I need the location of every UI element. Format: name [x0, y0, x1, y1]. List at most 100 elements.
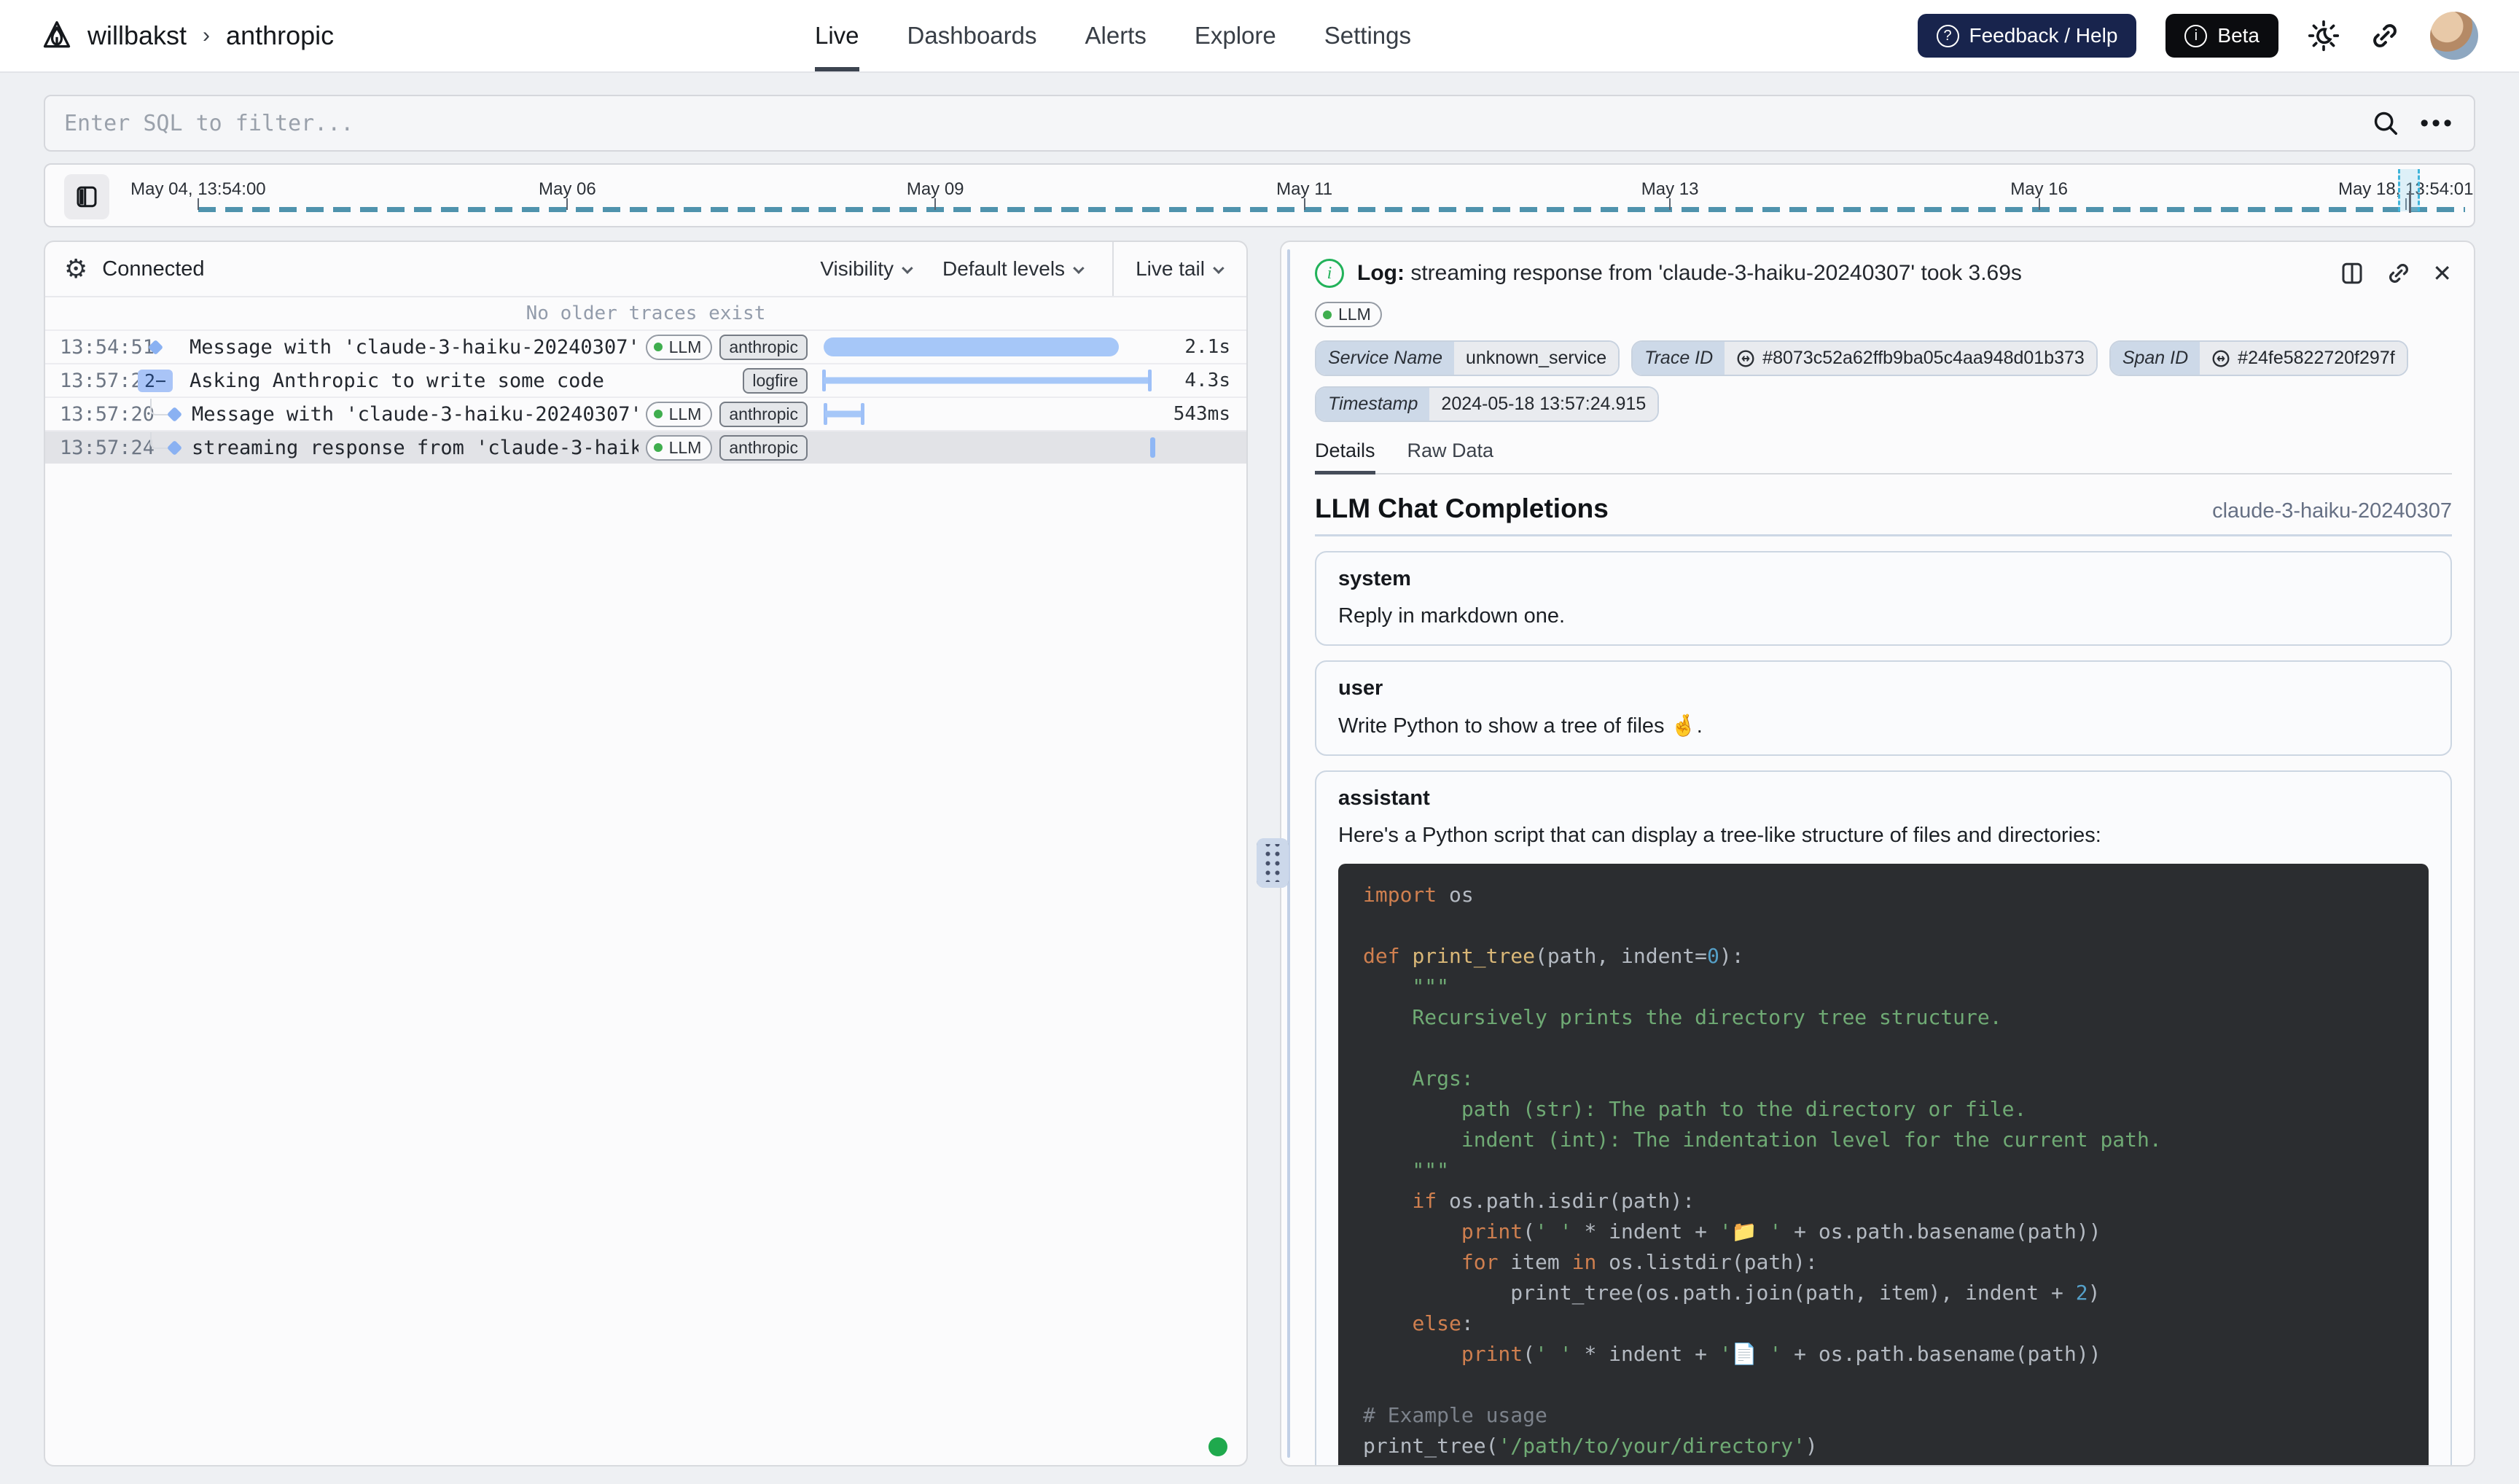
timeline-tick-mark: [198, 198, 199, 210]
field-label: Timestamp: [1316, 388, 1429, 421]
code-line: Recursively prints the directory tree st…: [1363, 1002, 2404, 1033]
tab-alerts[interactable]: Alerts: [1085, 0, 1147, 71]
scope-badge: anthropic: [719, 402, 808, 427]
section-divider: [1315, 534, 2452, 536]
chevron-down-icon: [1213, 262, 1225, 274]
field-value[interactable]: #8073c52a62ffb9ba05c4aa948d01b373: [1725, 342, 2096, 375]
default-levels-label: Default levels: [942, 257, 1065, 281]
chevron-down-icon: [902, 262, 913, 274]
code-line: print(' ' * indent + '📁 ' + os.path.base…: [1363, 1217, 2404, 1247]
duration-bar-zone: [818, 431, 1160, 464]
log-title-text: streaming response from 'claude-3-haiku-…: [1410, 261, 2022, 285]
code-line: for item in os.listdir(path):: [1363, 1247, 2404, 1278]
message-card-assistant: assistant Here's a Python script that ca…: [1315, 770, 2452, 1467]
info-icon: i: [2184, 25, 2207, 47]
more-options-icon[interactable]: •••: [2420, 109, 2455, 138]
code-line: indent (int): The indentation level for …: [1363, 1125, 2404, 1155]
code-block[interactable]: import os def print_tree(path, indent=0)…: [1338, 864, 2429, 1467]
llm-dot-icon: [654, 410, 663, 418]
timeline-tick-mark: [566, 198, 568, 210]
default-levels-dropdown[interactable]: Default levels: [942, 257, 1082, 281]
timeline-tick-mark: [1304, 198, 1305, 210]
field-value: unknown_service: [1454, 342, 1618, 375]
field-service-name: Service Name unknown_service: [1315, 340, 1620, 376]
split-view-icon[interactable]: [2339, 260, 2365, 286]
field-trace-id: Trace ID #8073c52a62ffb9ba05c4aa948d01b3…: [1631, 340, 2098, 376]
field-value[interactable]: #24fe5822720f297f: [2200, 342, 2407, 375]
duration-bar: [824, 337, 1119, 356]
duration-bar: [1150, 437, 1155, 458]
code-line: import os: [1363, 880, 2404, 910]
tree-connector: [150, 399, 169, 415]
span-diamond-icon: [167, 406, 182, 421]
tab-details[interactable]: Details: [1315, 440, 1375, 475]
span-diamond-icon: [167, 440, 182, 455]
user-avatar[interactable]: [2430, 12, 2478, 60]
scope-badge: logfire: [743, 368, 808, 394]
copy-link-icon[interactable]: [2386, 260, 2412, 286]
theme-toggle-icon[interactable]: [2308, 20, 2340, 52]
llm-badge: LLM: [646, 335, 713, 360]
trace-row[interactable]: 13:57:20 Message with 'claude-3-haiku-20…: [45, 397, 1246, 430]
trace-id-value: #8073c52a62ffb9ba05c4aa948d01b373: [1762, 348, 2085, 369]
trace-duration: 543ms: [1160, 403, 1246, 425]
llm-section-header: LLM Chat Completions claude-3-haiku-2024…: [1315, 493, 2452, 524]
breadcrumb[interactable]: willbakst › anthropic: [41, 20, 334, 52]
search-icon[interactable]: [2372, 109, 2399, 137]
breadcrumb-project[interactable]: anthropic: [226, 20, 334, 51]
tab-dashboards[interactable]: Dashboards: [907, 0, 1037, 71]
logfire-app: willbakst › anthropic Live Dashboards Al…: [0, 0, 2519, 1484]
panel-resize-handle[interactable]: [1257, 838, 1289, 888]
message-text: Reply in markdown one.: [1338, 604, 2429, 628]
code-line: else:: [1363, 1308, 2404, 1339]
timeline[interactable]: May 04, 13:54:00May 06May 09May 11May 13…: [44, 163, 2475, 227]
field-span-id: Span ID #24fe5822720f297f: [2109, 340, 2408, 376]
tab-raw-data[interactable]: Raw Data: [1407, 440, 1494, 475]
topbar-actions: ? Feedback / Help i Beta: [1918, 12, 2479, 60]
timeline-tick-mark: [2039, 198, 2040, 210]
model-name: claude-3-haiku-20240307: [2212, 499, 2452, 523]
timeline-tick-label: May 09: [907, 179, 964, 200]
tab-settings[interactable]: Settings: [1324, 0, 1411, 71]
logfire-logo-icon: [41, 20, 73, 52]
main-content: ⚙ Connected Visibility Default levels Li…: [44, 241, 2475, 1467]
timeline-selection[interactable]: [2398, 169, 2420, 211]
code-line: Args:: [1363, 1063, 2404, 1094]
panel-toggle-icon: [74, 184, 100, 210]
code-line: """: [1363, 972, 2404, 1002]
tree-connector: [150, 432, 169, 449]
feedback-help-button[interactable]: ? Feedback / Help: [1918, 14, 2137, 58]
timeline-tick-label: May 16: [2010, 179, 2068, 200]
message-role: assistant: [1338, 786, 2429, 811]
collapse-count-badge[interactable]: 2−: [138, 370, 173, 392]
sql-filter-input[interactable]: [64, 111, 2372, 136]
question-icon: ?: [1937, 25, 1959, 47]
section-title: LLM Chat Completions: [1315, 493, 1609, 524]
llm-badge-label: LLM: [1338, 305, 1371, 324]
timeline-tick-label: May 13: [1641, 179, 1699, 200]
live-tail-dropdown[interactable]: Live tail: [1112, 242, 1246, 296]
message-role: user: [1338, 676, 2429, 700]
trace-time: 13:57:20: [45, 370, 133, 392]
trace-row[interactable]: 13:54:51 Message with 'claude-3-haiku-20…: [45, 329, 1246, 363]
visibility-dropdown[interactable]: Visibility: [820, 257, 910, 281]
message-card-user: user Write Python to show a tree of file…: [1315, 660, 2452, 756]
scope-badge: anthropic: [719, 335, 808, 360]
tab-live[interactable]: Live: [815, 0, 859, 71]
trace-duration: 4.3s: [1160, 370, 1246, 391]
close-icon[interactable]: ✕: [2432, 262, 2452, 285]
field-value: 2024-05-18 13:57:24.915: [1429, 388, 1657, 421]
llm-dot-icon: [1323, 311, 1332, 319]
llm-badge: LLM: [646, 402, 713, 427]
trace-title: streaming response from 'claude-3-haiku-…: [192, 437, 638, 459]
trace-row[interactable]: 13:57:20 2− Asking Anthropic to write so…: [45, 363, 1246, 397]
share-link-icon[interactable]: [2369, 20, 2401, 52]
beta-button[interactable]: i Beta: [2165, 14, 2278, 58]
span-diamond-icon: [147, 339, 163, 354]
settings-gear-icon[interactable]: ⚙: [64, 254, 87, 284]
tab-explore[interactable]: Explore: [1195, 0, 1276, 71]
sidebar-toggle-button[interactable]: [64, 174, 109, 219]
breadcrumb-org[interactable]: willbakst: [87, 20, 187, 51]
trace-row-selected[interactable]: 13:57:24 streaming response from 'claude…: [45, 430, 1246, 464]
message-card-system: system Reply in markdown one.: [1315, 551, 2452, 646]
